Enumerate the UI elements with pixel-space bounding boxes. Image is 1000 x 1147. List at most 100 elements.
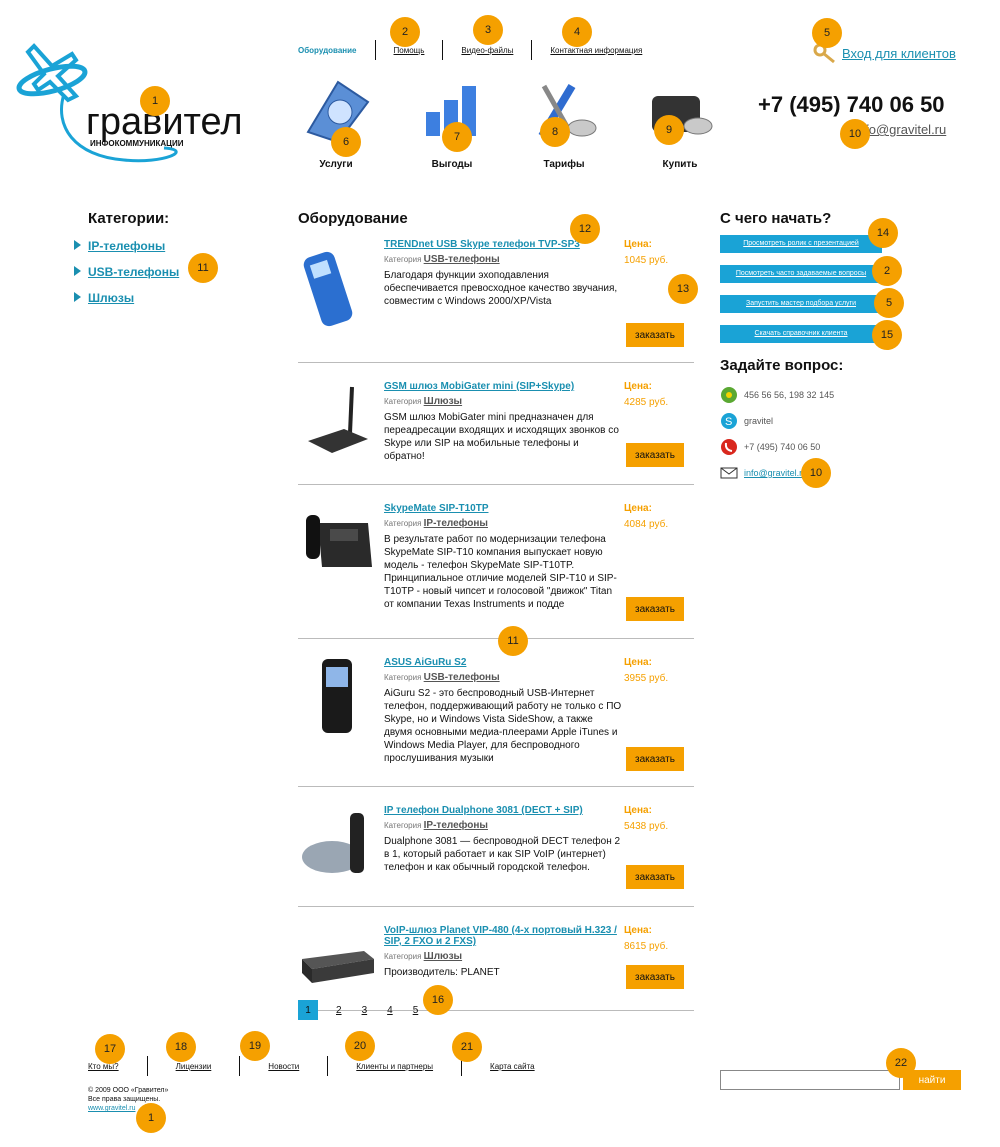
annotation-marker: 17 xyxy=(95,1034,125,1064)
product-name-link[interactable]: VoIP-шлюз Planet VIP-480 (4-х портовый H… xyxy=(384,925,622,947)
price-box: Цена: 3955 руб. xyxy=(624,657,668,684)
order-button[interactable]: заказать xyxy=(626,965,684,989)
usb-phone-image[interactable] xyxy=(298,247,376,327)
order-button[interactable]: заказать xyxy=(626,323,684,347)
category-prefix: Категория xyxy=(384,397,422,406)
annotation-marker: 13 xyxy=(668,274,698,304)
annotation-marker: 22 xyxy=(886,1048,916,1078)
product-item: GSM шлюз MobiGater mini (SIP+Skype) Кате… xyxy=(298,363,694,485)
price-box: Цена: 5438 руб. xyxy=(624,805,668,832)
nav-contacts[interactable]: Контактная информация xyxy=(532,46,660,55)
product-category-link[interactable]: USB-телефоны xyxy=(424,672,500,683)
site-link[interactable]: www.gravitel.ru xyxy=(88,1105,135,1112)
skype-login: gravitel xyxy=(744,416,774,426)
product-description: В результате работ по модернизации телеф… xyxy=(384,534,617,610)
annotation-marker: 19 xyxy=(240,1031,270,1061)
category-link[interactable]: Шлюзы xyxy=(88,291,134,305)
product-category-link[interactable]: IP-телефоны xyxy=(424,518,488,529)
product-category-link[interactable]: Шлюзы xyxy=(424,396,462,407)
annotation-marker: 6 xyxy=(331,127,361,157)
page-link[interactable]: 2 xyxy=(336,1005,342,1016)
service-wizard-button[interactable]: Запустить мастер подбора услуги xyxy=(720,295,882,313)
icon-benefits[interactable]: Выгоды xyxy=(412,72,492,170)
product-category: Категория USB-телефоны xyxy=(384,672,622,683)
product-category: Категория IP-телефоны xyxy=(384,518,622,529)
footer-clients[interactable]: Клиенты и партнеры xyxy=(328,1062,461,1071)
footer-about[interactable]: Кто мы? xyxy=(88,1062,147,1071)
nav-equipment[interactable]: Оборудование xyxy=(298,46,375,55)
price-box: Цена: 1045 руб. xyxy=(624,239,668,266)
rights-text: Все права защищены. xyxy=(88,1096,161,1103)
price-value: 4285 руб. xyxy=(624,397,669,408)
product-name-link[interactable]: ASUS AiGuRu S2 xyxy=(384,657,622,668)
annotation-marker: 14 xyxy=(868,218,898,248)
footer-news[interactable]: Новости xyxy=(240,1062,327,1071)
asus-phone-image[interactable] xyxy=(298,655,376,735)
nav-videos[interactable]: Видео-файлы xyxy=(443,46,531,55)
top-nav: Оборудование Помощь Видео-файлы Контактн… xyxy=(298,40,660,60)
page-link[interactable]: 3 xyxy=(362,1005,368,1016)
category-prefix: Категория xyxy=(384,673,422,682)
gravitel-logo[interactable]: гравител ИНФОКОММУНИКАЦИИ xyxy=(14,36,264,166)
order-button[interactable]: заказать xyxy=(626,443,684,467)
product-info: ASUS AiGuRu S2 Категория USB-телефоны Ai… xyxy=(384,657,622,765)
order-button[interactable]: заказать xyxy=(626,597,684,621)
price-value: 1045 руб. xyxy=(624,255,669,266)
page-link[interactable]: 4 xyxy=(387,1005,393,1016)
nav-help[interactable]: Помощь xyxy=(376,46,443,55)
order-button[interactable]: заказать xyxy=(626,747,684,771)
ip-phone-image[interactable] xyxy=(298,503,376,583)
category-link[interactable]: USB-телефоны xyxy=(88,265,179,279)
product-description: Dualphone 3081 — беспроводной DECT телеф… xyxy=(384,836,621,873)
search-input[interactable] xyxy=(720,1070,900,1090)
icon-services[interactable]: Услуги xyxy=(296,72,376,170)
footer-sitemap[interactable]: Карта сайта xyxy=(462,1062,563,1071)
download-guide-button[interactable]: Скачать справочник клиента xyxy=(720,325,882,343)
voip-gateway-image[interactable] xyxy=(298,929,376,1009)
product-info: GSM шлюз MobiGater mini (SIP+Skype) Кате… xyxy=(384,381,622,463)
product-name-link[interactable]: IP телефон Dualphone 3081 (DECT + SIP) xyxy=(384,805,622,816)
svg-text:S: S xyxy=(725,416,732,428)
product-category-link[interactable]: Шлюзы xyxy=(424,951,462,962)
order-button[interactable]: заказать xyxy=(626,865,684,889)
annotation-marker: 2 xyxy=(390,17,420,47)
annotation-marker: 21 xyxy=(452,1032,482,1062)
product-item: ASUS AiGuRu S2 Категория USB-телефоны Ai… xyxy=(298,639,694,787)
page-link[interactable]: 5 xyxy=(413,1005,419,1016)
dect-phone-image[interactable] xyxy=(298,805,376,885)
price-value: 4084 руб. xyxy=(624,519,669,530)
icon-label: Выгоды xyxy=(431,159,473,170)
product-name-link[interactable]: SkypeMate SIP-T10TP xyxy=(384,503,622,514)
gsm-gateway-image[interactable] xyxy=(298,379,376,459)
watch-presentation-button[interactable]: Просмотреть ролик с презентацией xyxy=(720,235,882,253)
product-description: Благодаря функции эхоподавления обеспечи… xyxy=(384,270,618,307)
annotation-marker: 1 xyxy=(140,86,170,116)
page-link-current[interactable]: 1 xyxy=(298,1000,318,1020)
contact-email-link[interactable]: info@gravitel.ru xyxy=(744,468,807,478)
product-category-link[interactable]: USB-телефоны xyxy=(424,254,500,265)
footer-licenses[interactable]: Лицензии xyxy=(148,1062,240,1071)
faq-button[interactable]: Посмотреть часто задаваемые вопросы xyxy=(720,265,882,283)
annotation-marker: 7 xyxy=(442,122,472,152)
icon-label: Услуги xyxy=(319,159,353,170)
icq-numbers: 456 56 56, 198 32 145 xyxy=(744,390,835,400)
product-category: Категория USB-телефоны xyxy=(384,254,622,265)
product-name-link[interactable]: GSM шлюз MobiGater mini (SIP+Skype) xyxy=(384,381,622,392)
annotation-marker: 10 xyxy=(840,119,870,149)
categories: Категории: IP-телефоны USB-телефоны Шлюз… xyxy=(74,210,179,315)
product-info: TRENDnet USB Skype телефон TVP-SP3 Катег… xyxy=(384,239,622,308)
product-item: IP телефон Dualphone 3081 (DECT + SIP) К… xyxy=(298,787,694,907)
product-list: Оборудование TRENDnet USB Skype телефон … xyxy=(298,210,694,1011)
annotation-marker: 15 xyxy=(872,320,902,350)
annotation-marker: 3 xyxy=(473,15,503,45)
price-label: Цена: xyxy=(624,657,652,668)
annotation-marker: 5 xyxy=(874,288,904,318)
category-link[interactable]: IP-телефоны xyxy=(88,239,165,253)
icon-label: Тарифы xyxy=(543,159,585,170)
client-login-link[interactable]: Вход для клиентов xyxy=(842,46,956,61)
product-info: IP телефон Dualphone 3081 (DECT + SIP) К… xyxy=(384,805,622,874)
product-category-link[interactable]: IP-телефоны xyxy=(424,820,488,831)
product-info: VoIP-шлюз Planet VIP-480 (4-х портовый H… xyxy=(384,925,622,979)
annotation-marker: 16 xyxy=(423,985,453,1015)
price-box: Цена: 4084 руб. xyxy=(624,503,668,530)
